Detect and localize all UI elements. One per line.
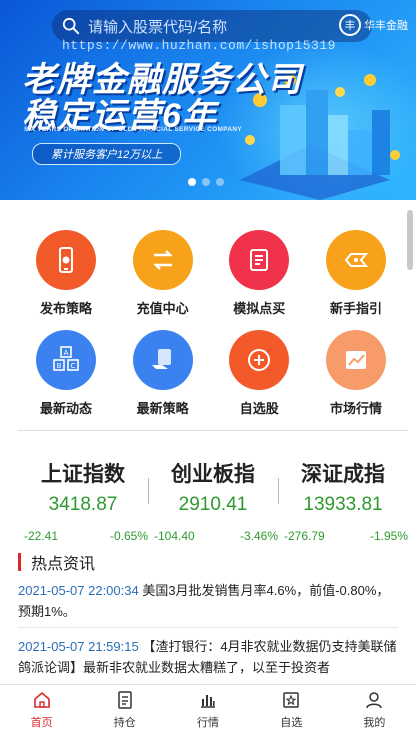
title-accent-bar bbox=[18, 553, 21, 571]
menu-row: 发布策略 充值中心 模拟点买 新手指引 bbox=[18, 230, 404, 330]
tab-label: 自选 bbox=[280, 717, 303, 729]
abc-blocks-icon: AB C bbox=[36, 330, 96, 390]
carousel-dot[interactable] bbox=[216, 178, 224, 186]
menu-label: 自选股 bbox=[239, 401, 279, 416]
bottom-tab-bar: 首页 持仓 行情 自选 我的 bbox=[0, 684, 416, 735]
tab-home[interactable]: 首页 bbox=[0, 685, 83, 735]
index-change: -22.41 bbox=[24, 529, 59, 543]
index-value: 2910.41 bbox=[178, 494, 248, 515]
market-indices: 上证指数 3418.87 -22.41 -0.65% 创业板指 2910.41 … bbox=[18, 458, 408, 543]
svg-text:A: A bbox=[64, 349, 69, 357]
index-percent: -1.95% bbox=[369, 529, 408, 543]
holdings-icon bbox=[118, 691, 132, 709]
menu-row: AB C 最新动态 最新策略 自选股 市场行情 bbox=[18, 330, 404, 430]
tab-label: 我的 bbox=[363, 717, 386, 729]
index-card-shenzhen[interactable]: 深证成指 13933.81 -276.79 -1.95% bbox=[278, 458, 408, 543]
tab-watchlist[interactable]: 自选 bbox=[250, 685, 333, 735]
index-changes: -22.41 -0.65% bbox=[18, 529, 148, 543]
menu-label: 发布策略 bbox=[39, 301, 92, 316]
phone-gear-icon bbox=[36, 230, 96, 290]
brand-logo: 丰 华丰金融 bbox=[339, 14, 408, 36]
menu-item-simulated-buy[interactable]: 模拟点买 bbox=[211, 230, 307, 330]
news-item[interactable]: 2021-05-07 22:00:34 美国3月批发销售月率4.6%，前值-0.… bbox=[18, 580, 398, 622]
menu-label: 充值中心 bbox=[136, 301, 189, 316]
index-change: -276.79 bbox=[284, 529, 325, 543]
banner-pill: 累计服务客户12万以上 bbox=[32, 143, 182, 165]
news-time: 2021-05-07 21:59:15 bbox=[18, 639, 139, 654]
quick-menu: 发布策略 充值中心 模拟点买 新手指引 AB C 最新动态 最新策略 自选股 市场… bbox=[18, 230, 404, 430]
plus-circle-icon bbox=[229, 330, 290, 390]
document-icon bbox=[229, 230, 290, 290]
index-changes: -104.40 -3.46% bbox=[148, 529, 278, 543]
star-box-icon bbox=[283, 692, 299, 708]
tab-profile[interactable]: 我的 bbox=[333, 685, 416, 735]
carousel-dot[interactable] bbox=[202, 178, 210, 186]
index-change: -104.40 bbox=[154, 529, 195, 543]
carousel-dot[interactable] bbox=[188, 178, 196, 186]
index-card-shanghai[interactable]: 上证指数 3418.87 -22.41 -0.65% bbox=[18, 458, 148, 543]
index-card-chinext[interactable]: 创业板指 2910.41 -104.40 -3.46% bbox=[148, 458, 278, 543]
menu-label: 模拟点买 bbox=[233, 301, 286, 316]
index-changes: -276.79 -1.95% bbox=[278, 529, 408, 543]
brand-name: 华丰金融 bbox=[364, 20, 408, 32]
menu-item-watchlist[interactable]: 自选股 bbox=[211, 330, 307, 430]
tab-label: 首页 bbox=[30, 717, 53, 729]
svg-text:B: B bbox=[57, 362, 62, 370]
user-icon bbox=[366, 692, 383, 709]
bar-chart-icon bbox=[201, 695, 215, 708]
index-name: 上证指数 bbox=[41, 463, 125, 486]
menu-item-publish-strategy[interactable]: 发布策略 bbox=[18, 230, 114, 330]
menu-item-latest-news[interactable]: AB C 最新动态 bbox=[18, 330, 114, 430]
carousel-dots bbox=[188, 178, 224, 186]
tab-market[interactable]: 行情 bbox=[166, 685, 249, 735]
index-name: 深证成指 bbox=[301, 463, 385, 486]
home-icon bbox=[33, 691, 50, 708]
index-percent: -3.46% bbox=[239, 529, 278, 543]
index-value: 3418.87 bbox=[48, 494, 118, 515]
section-divider bbox=[18, 430, 408, 431]
scrollbar[interactable] bbox=[406, 200, 414, 680]
news-title-text: 热点资讯 bbox=[31, 556, 96, 573]
transfer-icon bbox=[132, 230, 193, 290]
svg-text:C: C bbox=[71, 362, 76, 370]
index-name: 创业板指 bbox=[171, 463, 255, 486]
banner-subline: SIX YEARS OPERATION OF OLD FINANCIAL SER… bbox=[24, 126, 242, 133]
news-section-title: 热点资讯 bbox=[18, 550, 95, 574]
news-item[interactable]: 2021-05-07 21:59:15 【渣打银行：4月非农就业数据仍支持美联储… bbox=[18, 636, 398, 678]
menu-item-beginner-guide[interactable]: 新手指引 bbox=[308, 230, 404, 330]
news-time: 2021-05-07 22:00:34 bbox=[18, 583, 139, 598]
menu-item-latest-strategy[interactable]: 最新策略 bbox=[115, 330, 211, 430]
chart-trend-icon bbox=[325, 330, 386, 390]
menu-label: 新手指引 bbox=[329, 301, 382, 316]
index-separator bbox=[148, 478, 149, 504]
menu-item-recharge[interactable]: 充值中心 bbox=[115, 230, 211, 330]
menu-label: 最新动态 bbox=[39, 401, 92, 416]
tab-holdings[interactable]: 持仓 bbox=[83, 685, 166, 735]
index-percent: -0.65% bbox=[109, 529, 148, 543]
menu-label: 最新策略 bbox=[136, 401, 189, 416]
tab-label: 持仓 bbox=[113, 717, 136, 729]
index-value: 13933.81 bbox=[303, 494, 383, 515]
search-icon bbox=[62, 17, 80, 35]
tab-label: 行情 bbox=[197, 717, 219, 729]
scrollbar-thumb[interactable] bbox=[407, 210, 413, 270]
watermark-text: https://www.huzhan.com/ishop15319 bbox=[62, 38, 336, 53]
news-divider bbox=[18, 627, 398, 628]
hero-banner[interactable]: 请输入股票代码/名称 丰 华丰金融 https://www.huzhan.com… bbox=[0, 0, 416, 200]
search-placeholder: 请输入股票代码/名称 bbox=[88, 18, 228, 36]
brand-logo-mark: 丰 bbox=[339, 14, 361, 36]
menu-item-market-quotes[interactable]: 市场行情 bbox=[308, 330, 404, 430]
hand-document-icon bbox=[132, 330, 193, 390]
menu-label: 市场行情 bbox=[329, 401, 382, 416]
signpost-icon bbox=[325, 230, 386, 290]
index-separator bbox=[278, 478, 279, 504]
